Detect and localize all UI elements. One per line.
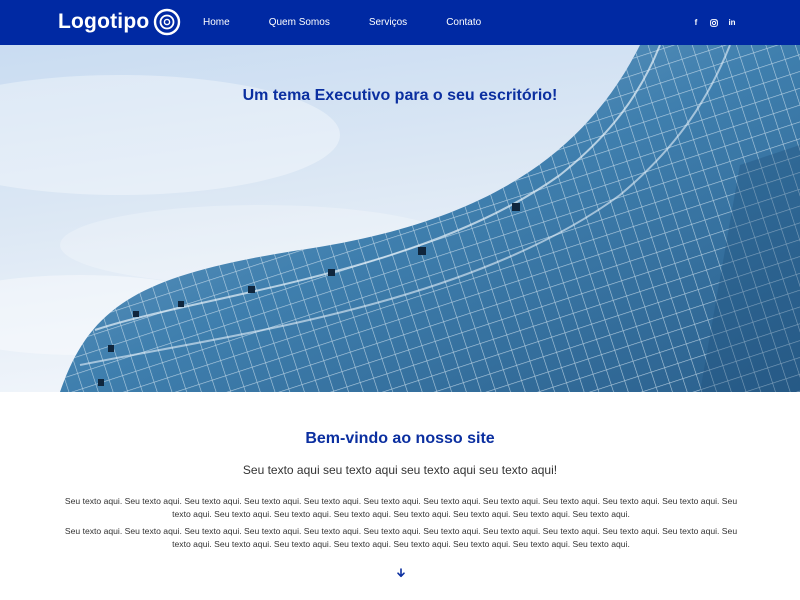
welcome-paragraph-2: Seu texto aqui. Seu texto aqui. Seu text…	[64, 526, 738, 549]
welcome-paragraph-1: Seu texto aqui. Seu texto aqui. Seu text…	[64, 496, 738, 519]
logo-text: Logotipo	[58, 10, 150, 33]
hero-title: Um tema Executivo para o seu escritório!	[242, 87, 558, 104]
site-header: Logotipo Home Quem Somos Serviços Contat…	[0, 0, 800, 45]
instagram-icon[interactable]	[710, 18, 718, 27]
social-links: f in	[692, 0, 736, 45]
arrow-down-icon[interactable]	[395, 567, 407, 579]
nav-contato[interactable]: Contato	[446, 17, 481, 28]
welcome-lead: Seu texto aqui seu texto aqui seu texto …	[242, 463, 558, 477]
hero-banner: Um tema Executivo para o seu escritório!	[0, 45, 800, 392]
welcome-title-prefix: Bem-vindo ao	[305, 430, 416, 447]
nav-servicos[interactable]: Serviços	[369, 17, 407, 28]
logo[interactable]: Logotipo	[58, 6, 181, 38]
welcome-title: Bem-vindo ao nosso site	[0, 430, 800, 448]
linkedin-icon[interactable]: in	[728, 18, 736, 27]
nav-quem-somos[interactable]: Quem Somos	[269, 17, 330, 28]
main-nav: Home Quem Somos Serviços Contato	[190, 0, 507, 45]
welcome-title-bold: nosso site	[415, 430, 495, 447]
facebook-icon[interactable]: f	[692, 18, 700, 27]
nav-home[interactable]: Home	[203, 17, 230, 28]
target-circle-icon	[154, 8, 181, 36]
